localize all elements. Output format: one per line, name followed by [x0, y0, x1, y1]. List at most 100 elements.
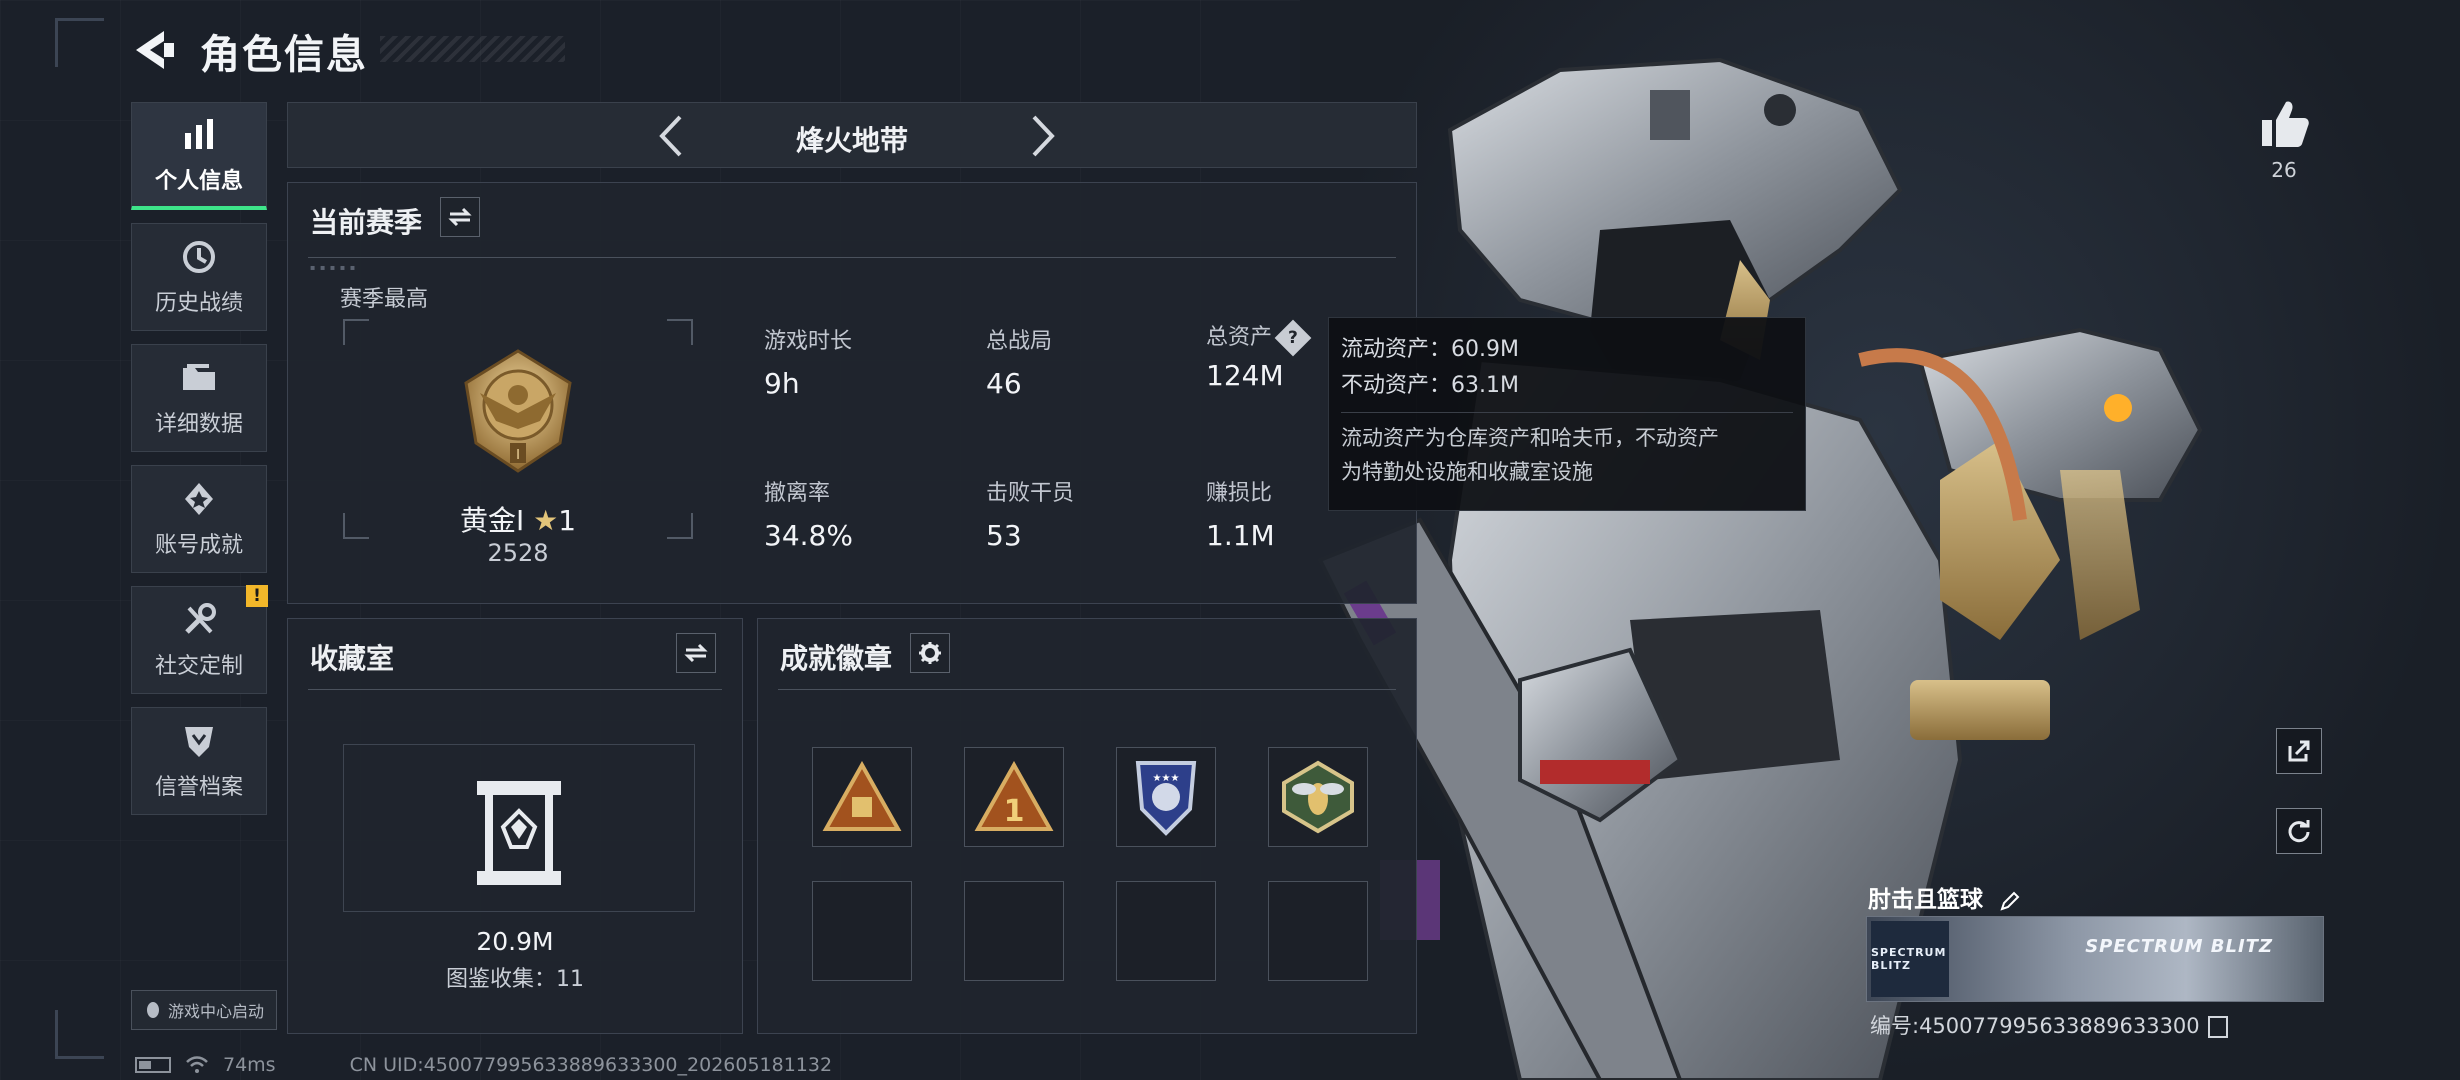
stat-label: 赚损比 [1206, 481, 1273, 506]
frame-corner [343, 319, 369, 345]
sidebar-item-detailed-data[interactable]: 详细数据 [131, 344, 267, 452]
badge-slot-empty[interactable] [964, 881, 1064, 981]
wifi-icon [186, 1056, 208, 1073]
badge-slot-empty[interactable] [1116, 881, 1216, 981]
rank-star-count: 1 [558, 504, 577, 537]
blue-shield-badge-icon: ★★★ [1135, 761, 1197, 836]
player-banner[interactable]: SPECTRUM BLITZ SPECTRUM BLITZ [1866, 916, 2324, 1002]
bar-chart-icon [185, 118, 213, 149]
badge-slot-empty[interactable] [812, 881, 912, 981]
badge-slot[interactable]: ★★★ [1116, 747, 1216, 847]
sidebar: 个人信息 历史战绩 详细数据 账号成就 社交定制 ! 信誉档案 [131, 102, 269, 828]
penguin-icon [146, 1002, 159, 1018]
corner-decoration [55, 18, 104, 67]
sidebar-item-achievements[interactable]: 账号成就 [131, 465, 267, 573]
tooltip-liquid-assets: 流动资产：60.9M [1341, 337, 1519, 362]
gold-rank-emblem-icon: I [464, 349, 572, 473]
sidebar-item-label: 社交定制 [154, 654, 243, 679]
copy-icon[interactable] [2207, 1016, 2228, 1038]
swap-icon [684, 643, 708, 663]
stat-label: 总资产 [1206, 325, 1273, 350]
mode-selector: 烽火地带 [287, 102, 1417, 168]
corner-decoration [55, 1010, 104, 1059]
refresh-icon [2288, 820, 2310, 843]
battery-icon [135, 1057, 171, 1073]
stat-label: 撤离率 [764, 481, 831, 506]
stat-value: 1.1M [1206, 519, 1275, 552]
svg-text:1: 1 [1004, 794, 1025, 829]
divider [308, 689, 722, 690]
sidebar-item-personal-info[interactable]: 个人信息 [131, 102, 267, 210]
badge-slot[interactable] [812, 747, 912, 847]
stat-total-assets: 总资产? 124M [1206, 319, 1312, 392]
badges-panel: 成就徽章 1 ★★★ [757, 618, 1417, 1034]
vault-switch-button[interactable] [676, 633, 716, 673]
ping-value: 74ms [223, 1054, 276, 1076]
thumbs-up-icon[interactable] [2254, 94, 2314, 154]
badge-slot[interactable] [1268, 747, 1368, 847]
stat-value: 9h [764, 367, 800, 400]
share-button[interactable] [2276, 728, 2322, 774]
badges-title: 成就徽章 [780, 642, 893, 675]
player-id: 编号:450077995633889633300 [1870, 1014, 2200, 1038]
status-bar: 74ms CN UID:450077995633889633300_202605… [135, 1054, 832, 1076]
hornet-badge-icon [1282, 760, 1354, 834]
swap-icon [448, 207, 472, 227]
player-name: 肘击且篮球 [1868, 887, 1983, 913]
assets-tooltip: 流动资产：60.9M 不动资产：63.1M 流动资产为仓库资产和哈夫币，不动资产… [1328, 317, 1806, 511]
achievement-icon [185, 483, 213, 515]
sidebar-item-label: 账号成就 [154, 533, 243, 558]
deco-tag: ▪ ▪ ▪ ▪ ▪ [310, 263, 357, 272]
stat-value: 34.8% [764, 519, 853, 552]
banner-logo-text: SPECTRUM BLITZ [1871, 946, 1947, 972]
season-switch-button[interactable] [440, 197, 480, 237]
sidebar-item-label: 历史战绩 [154, 291, 243, 316]
stat-profit-loss: 赚损比 1.1M [1206, 475, 1275, 552]
tools-icon [185, 603, 216, 634]
game-center-launch-button[interactable]: 游戏中心启动 [131, 990, 277, 1030]
gear-icon [919, 642, 941, 664]
sidebar-item-label: 个人信息 [154, 168, 243, 194]
stat-value: 53 [986, 519, 1022, 552]
vault-collection-count: 图鉴收集：11 [446, 967, 584, 992]
stat-label-row: 总资产? [1206, 319, 1312, 357]
stat-extract-rate: 撤离率 34.8% [764, 475, 853, 552]
display-case-icon [477, 781, 561, 885]
banner-logo: SPECTRUM BLITZ [1871, 921, 1949, 997]
uid-text: CN UID:450077995633889633300_20260518113… [349, 1054, 833, 1076]
badges-settings-button[interactable] [910, 633, 950, 673]
stat-value: 46 [986, 367, 1022, 400]
help-icon[interactable]: ? [1274, 319, 1312, 357]
banner-title: SPECTRUM BLITZ [2085, 936, 2273, 957]
bronze-number-badge-icon: 1 [974, 761, 1054, 831]
page-title: 角色信息 [200, 32, 368, 78]
season-panel: 当前赛季 ▪ ▪ ▪ ▪ ▪ 赛季最高 I 黄金Ⅰ ★1 2528 游戏时长 9… [287, 182, 1417, 604]
sidebar-item-reputation[interactable]: 信誉档案 [131, 707, 267, 815]
rank-label-row: 黄金Ⅰ ★1 [343, 499, 693, 539]
stat-value: 124M [1206, 359, 1284, 392]
stat-label: 游戏时长 [764, 329, 853, 354]
vault-value: 20.9M [476, 927, 554, 956]
sidebar-item-label: 详细数据 [154, 412, 243, 437]
sidebar-item-history[interactable]: 历史战绩 [131, 223, 267, 331]
stat-total-matches: 总战局 46 [986, 323, 1052, 400]
bronze-crate-badge-icon [822, 761, 902, 831]
sidebar-item-label: 信誉档案 [154, 775, 243, 800]
title-stripe-decoration [380, 36, 565, 62]
season-best-label: 赛季最高 [340, 287, 429, 312]
stat-operators-defeated: 击败干员 53 [986, 475, 1074, 552]
divider [1341, 412, 1793, 413]
stat-label: 击败干员 [986, 481, 1075, 506]
refresh-button[interactable] [2276, 808, 2322, 854]
edit-pencil-icon[interactable] [1999, 890, 2021, 912]
folder-icon [183, 364, 215, 390]
player-id-row: 编号:450077995633889633300 [1870, 1010, 2228, 1040]
badge-slot-empty[interactable] [1268, 881, 1368, 981]
chevron-right-icon[interactable] [1016, 111, 1066, 161]
season-title: 当前赛季 [310, 206, 423, 239]
back-arrow-icon[interactable] [130, 25, 180, 75]
rank-name: 黄金Ⅰ [459, 504, 525, 537]
tooltip-desc-line1: 流动资产为仓库资产和哈夫币，不动资产 [1341, 426, 1719, 450]
badge-slot[interactable]: 1 [964, 747, 1064, 847]
sidebar-item-social-custom[interactable]: 社交定制 ! [131, 585, 268, 694]
